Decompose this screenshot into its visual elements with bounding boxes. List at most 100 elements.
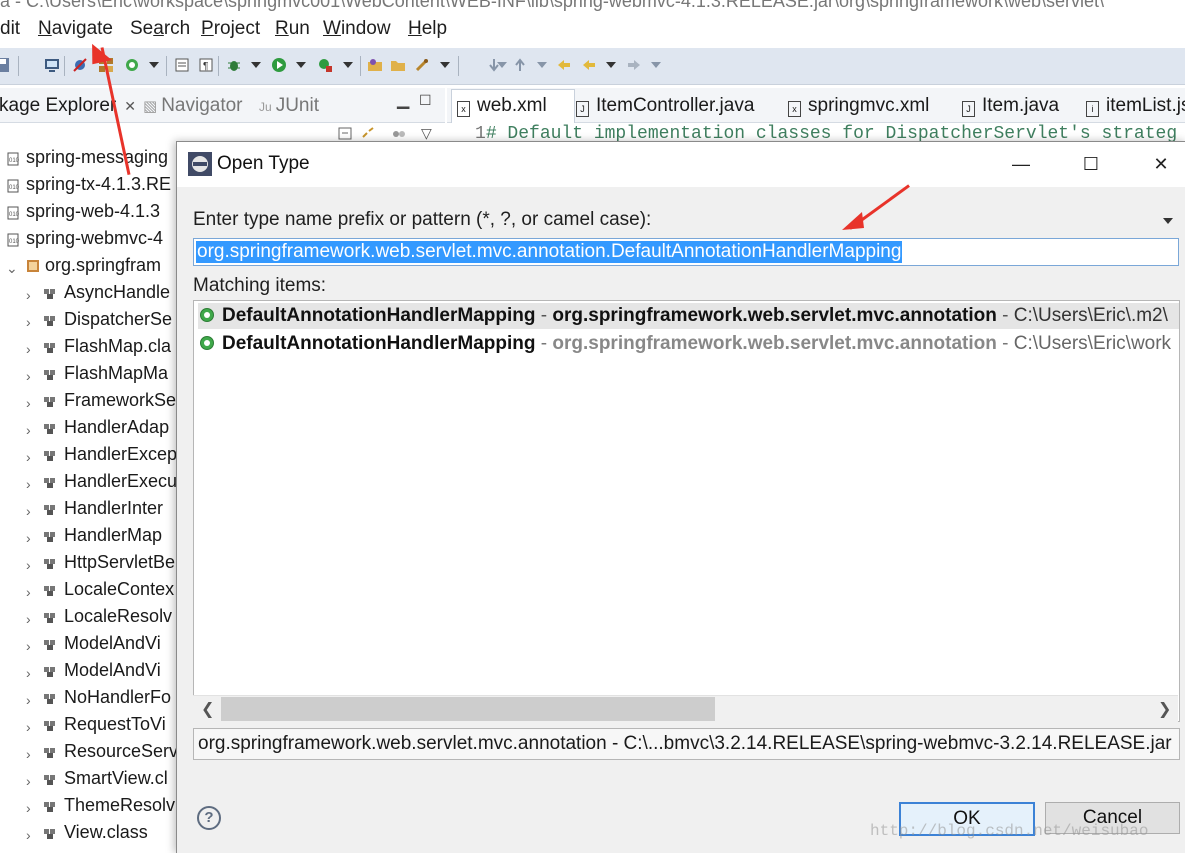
type-search-input[interactable]: org.springframework.web.servlet.mvc.anno…: [193, 238, 1179, 266]
matching-items-list[interactable]: DefaultAnnotationHandlerMapping - org.sp…: [193, 300, 1180, 722]
chevron-right-icon[interactable]: ›: [26, 719, 31, 735]
chevron-right-icon[interactable]: ›: [26, 449, 31, 465]
chevron-down-icon[interactable]: [440, 62, 450, 68]
chevron-down-icon[interactable]: [497, 62, 507, 68]
menu-navigate[interactable]: Navigate: [38, 18, 113, 40]
navigator-icon: ▧: [143, 98, 158, 115]
chevron-right-icon[interactable]: ›: [26, 638, 31, 654]
minimize-button[interactable]: —: [998, 142, 1044, 187]
chevron-down-icon[interactable]: [251, 62, 261, 68]
maximize-icon[interactable]: ☐: [419, 92, 432, 109]
help-icon[interactable]: ?: [197, 806, 221, 830]
skip-breakpoints-icon[interactable]: [72, 57, 88, 73]
class-file-icon: [44, 316, 55, 326]
chevron-down-icon[interactable]: [296, 62, 306, 68]
close-button[interactable]: ✕: [1138, 142, 1184, 187]
tree-label: HandlerAdap: [64, 417, 170, 437]
result-package: org.springframework.web.servlet.mvc.anno…: [552, 305, 997, 326]
forward-arrow-icon[interactable]: [626, 57, 642, 73]
tab-navigator[interactable]: ▧ Navigator: [143, 95, 243, 117]
chevron-right-icon[interactable]: ›: [26, 611, 31, 627]
jar-icon: 010: [7, 179, 20, 193]
chevron-right-icon[interactable]: ›: [26, 665, 31, 681]
jar-icon: 010: [7, 233, 20, 247]
menu-window[interactable]: Window: [323, 18, 391, 40]
chevron-down-icon[interactable]: [537, 62, 547, 68]
scroll-left-icon[interactable]: ❮: [201, 699, 214, 719]
chevron-right-icon[interactable]: ›: [26, 800, 31, 816]
run-icon[interactable]: [271, 57, 287, 73]
svg-text:010: 010: [9, 239, 20, 245]
tree-label: LocaleResolv: [64, 606, 173, 626]
chevron-right-icon[interactable]: ›: [26, 287, 31, 303]
tree-label: HandlerExecu: [64, 471, 178, 491]
chevron-right-icon[interactable]: ›: [26, 827, 31, 843]
maximize-button[interactable]: ☐: [1068, 142, 1114, 187]
chevron-right-icon[interactable]: ›: [26, 395, 31, 411]
debug-icon[interactable]: [226, 57, 242, 73]
build-icon[interactable]: [98, 57, 114, 73]
console-icon[interactable]: [44, 57, 60, 73]
chevron-right-icon[interactable]: ›: [26, 422, 31, 438]
chevron-right-icon[interactable]: ›: [26, 530, 31, 546]
menu-project[interactable]: Project: [201, 18, 260, 40]
new-class-icon[interactable]: [124, 57, 140, 73]
back-arrow-icon[interactable]: [581, 57, 597, 73]
tab-springmvc-xml[interactable]: x springmvc.xml: [788, 95, 929, 117]
tab-web-xml[interactable]: x web.xml: [457, 95, 547, 117]
tab-junit[interactable]: Ju JUnit: [259, 95, 319, 117]
open-perspective-icon[interactable]: [174, 57, 190, 73]
open-folder-icon[interactable]: [390, 57, 406, 73]
menu-run[interactable]: Run: [275, 18, 310, 40]
tree-label: org.springfram: [45, 255, 162, 275]
chevron-right-icon[interactable]: ›: [26, 746, 31, 762]
minimize-icon[interactable]: ▁: [397, 90, 409, 110]
chevron-right-icon[interactable]: ›: [26, 341, 31, 357]
chevron-right-icon[interactable]: ›: [26, 557, 31, 573]
tab-itemcontroller-java[interactable]: J ItemController.java: [576, 95, 754, 117]
menu-help[interactable]: Help: [408, 18, 447, 40]
view-menu-icon[interactable]: ▽: [421, 125, 432, 142]
class-file-icon: [44, 397, 55, 407]
menu-search[interactable]: Search: [130, 18, 190, 40]
horizontal-scrollbar[interactable]: ❮ ❯: [193, 695, 1178, 722]
link-with-editor-icon[interactable]: [361, 127, 377, 141]
list-item[interactable]: DefaultAnnotationHandlerMapping - org.sp…: [198, 331, 1179, 357]
tab-itemlist-jsp[interactable]: i itemList.js: [1086, 95, 1185, 117]
open-type-icon[interactable]: [367, 57, 383, 73]
class-file-icon: [44, 829, 55, 839]
close-icon[interactable]: ✕: [124, 98, 136, 114]
tab-package-explorer[interactable]: kage Explorer ✕: [0, 95, 136, 117]
chevron-down-icon[interactable]: [343, 62, 353, 68]
chevron-down-icon[interactable]: [651, 62, 661, 68]
show-whitespace-icon[interactable]: ¶: [198, 57, 214, 73]
chevron-right-icon[interactable]: ›: [26, 773, 31, 789]
chevron-right-icon[interactable]: ›: [26, 368, 31, 384]
menu-bar: dit Navigate Search Project Run Window H…: [0, 12, 1185, 48]
chevron-down-icon[interactable]: ⌄: [6, 260, 18, 277]
chevron-down-icon[interactable]: [1163, 218, 1173, 224]
save-icon[interactable]: [0, 57, 10, 73]
list-item[interactable]: DefaultAnnotationHandlerMapping - org.sp…: [198, 303, 1179, 329]
chevron-right-icon[interactable]: ›: [26, 476, 31, 492]
external-tools-icon[interactable]: [317, 57, 333, 73]
focus-icon[interactable]: [391, 127, 407, 141]
chevron-down-icon[interactable]: [606, 62, 616, 68]
chevron-right-icon[interactable]: ›: [26, 692, 31, 708]
scrollbar-thumb[interactable]: [221, 697, 715, 721]
scroll-right-icon[interactable]: ❯: [1158, 699, 1171, 719]
chevron-down-icon[interactable]: [149, 62, 159, 68]
tree-label: NoHandlerFo: [64, 687, 172, 707]
chevron-right-icon[interactable]: ›: [26, 584, 31, 600]
tab-label: Navigator: [161, 95, 243, 116]
chevron-right-icon[interactable]: ›: [26, 314, 31, 330]
xml-file-icon: x: [457, 101, 470, 117]
last-edit-icon[interactable]: [556, 57, 572, 73]
previous-annotation-icon[interactable]: [512, 57, 528, 73]
chevron-right-icon[interactable]: ›: [26, 503, 31, 519]
collapse-all-icon[interactable]: [338, 127, 354, 141]
tab-item-java[interactable]: J Item.java: [962, 95, 1059, 117]
menu-edit[interactable]: dit: [0, 18, 20, 40]
search-icon[interactable]: [414, 57, 430, 73]
svg-text:010: 010: [9, 212, 20, 218]
